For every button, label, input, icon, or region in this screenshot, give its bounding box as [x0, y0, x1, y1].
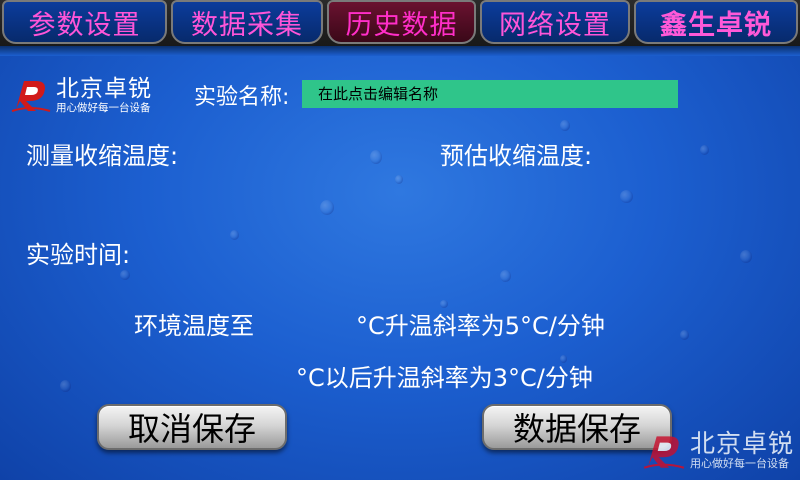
tab-history-data[interactable]: 历史数据 [327, 0, 476, 44]
cancel-save-button[interactable]: 取消保存 [97, 404, 287, 450]
company-logo: 北京卓锐 用心做好每一台设备 [10, 75, 152, 115]
water-drop [620, 190, 633, 203]
water-drop [60, 380, 71, 392]
watermark-subtitle: 用心做好每一台设备 [689, 457, 789, 470]
water-drop [560, 120, 570, 131]
watermark-mark-icon [643, 436, 685, 469]
logo-subtitle: 用心做好每一台设备 [56, 102, 151, 114]
logo-title: 北京卓锐 [56, 76, 152, 102]
water-drop [395, 175, 403, 184]
tab-parameter-settings[interactable]: 参数设置 [2, 0, 167, 44]
tab-bar: 参数设置 数据采集 历史数据 网络设置 鑫生卓锐 [0, 0, 800, 56]
watermark-logo: 北京卓锐 用心做好每一台设备 [642, 430, 794, 472]
rate-line1-prefix: 环境温度至 [134, 312, 254, 340]
screen: 参数设置 数据采集 历史数据 网络设置 鑫生卓锐 北京卓锐 用心做好每一台设备 … [0, 0, 800, 480]
rate-line2: °C以后升温斜率为3°C/分钟 [296, 364, 593, 392]
water-drop [740, 250, 752, 263]
water-drop [680, 330, 689, 340]
water-drop [370, 150, 382, 164]
rate-line1-suffix: °C升温斜率为5°C/分钟 [356, 312, 605, 340]
experiment-time-label: 实验时间: [26, 241, 131, 269]
water-drop [120, 270, 130, 280]
experiment-name-label: 实验名称: [194, 85, 290, 110]
tab-data-collection[interactable]: 数据采集 [171, 0, 323, 44]
water-drop [700, 145, 709, 155]
tab-xinsheng-zhuorui[interactable]: 鑫生卓锐 [634, 0, 798, 44]
measured-shrink-temp-label: 测量收缩温度: [26, 142, 179, 170]
watermark-title: 北京卓锐 [689, 429, 794, 458]
tab-network-settings[interactable]: 网络设置 [480, 0, 630, 44]
water-drop [500, 270, 511, 282]
estimated-shrink-temp-label: 预估收缩温度: [440, 142, 593, 170]
water-drop [320, 200, 334, 215]
logo-mark-icon [11, 81, 51, 112]
water-drop [230, 230, 239, 240]
experiment-name-input[interactable]: 在此点击编辑名称 [302, 80, 678, 108]
